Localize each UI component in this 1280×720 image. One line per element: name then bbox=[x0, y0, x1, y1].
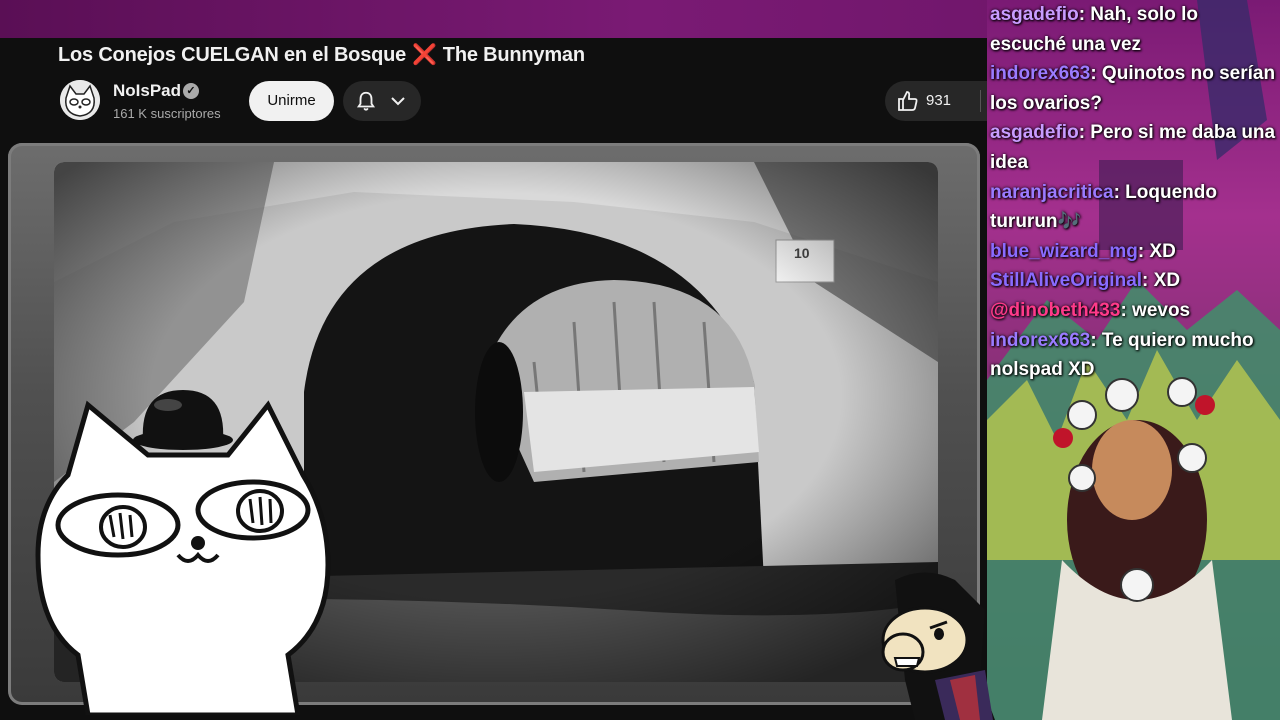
chat-message: naranjacritica: Loquendo tururun🎶 bbox=[990, 178, 1276, 237]
chat-username[interactable]: indorex663 bbox=[990, 330, 1090, 351]
chat-messages: asgadefio: Nah, solo lo escuché una vez … bbox=[990, 0, 1276, 385]
chat-text: : XD bbox=[1137, 240, 1176, 262]
bell-icon bbox=[356, 91, 376, 111]
like-divider bbox=[980, 90, 981, 112]
notifications-button[interactable] bbox=[343, 81, 421, 121]
chat-message: asgadefio: Pero si me daba una idea bbox=[990, 118, 1276, 177]
join-button[interactable]: Unirme bbox=[249, 81, 334, 121]
pony-avatar bbox=[881, 572, 995, 720]
channel-avatar[interactable] bbox=[60, 80, 100, 120]
like-button[interactable]: 931 bbox=[885, 81, 987, 121]
chat-username[interactable]: indorex663 bbox=[990, 63, 1090, 84]
chat-username[interactable]: asgadefio bbox=[990, 4, 1079, 25]
video-title: Los Conejos CUELGAN en el Bosque ❌ The Bun… bbox=[58, 42, 585, 67]
chat-message: blue_wizard_mg: XD bbox=[990, 237, 1276, 267]
chat-username[interactable]: @dinobeth433 bbox=[990, 300, 1120, 321]
chat-message: StillAliveOriginal: XD bbox=[990, 266, 1276, 296]
channel-name[interactable]: NoIsPad bbox=[113, 81, 181, 101]
chat-message: asgadefio: Nah, solo lo escuché una vez bbox=[990, 0, 1276, 59]
subscriber-count: 161 K suscriptores bbox=[113, 106, 221, 121]
cat-face-icon bbox=[60, 80, 100, 120]
chat-text: : wevos bbox=[1120, 299, 1191, 321]
chat-username[interactable]: naranjacritica bbox=[990, 182, 1114, 203]
verified-check-icon: ✓ bbox=[183, 83, 199, 99]
chat-text: : XD bbox=[1142, 270, 1181, 292]
video-title-sub: The Bunnyman bbox=[442, 44, 585, 66]
thumbs-up-icon bbox=[898, 91, 918, 111]
chat-username[interactable]: asgadefio bbox=[990, 122, 1079, 143]
cross-mark-icon: ❌ bbox=[412, 44, 437, 66]
chat-message: indorex663: Quinotos no serían los ovari… bbox=[990, 59, 1276, 118]
stream-chat-overlay: asgadefio: Nah, solo lo escuché una vez … bbox=[987, 0, 1280, 720]
chat-username[interactable]: StillAliveOriginal bbox=[990, 270, 1142, 291]
cat-with-bowler-hat-avatar bbox=[35, 390, 331, 715]
chat-username[interactable]: blue_wizard_mg bbox=[990, 241, 1138, 262]
chat-message: indorex663: Te quiero mucho nolspad XD bbox=[990, 326, 1276, 385]
video-title-main: Los Conejos CUELGAN en el Bosque bbox=[58, 44, 407, 66]
chat-message: @dinobeth433: wevos bbox=[990, 296, 1276, 326]
chevron-down-icon bbox=[391, 97, 405, 106]
like-count: 931 bbox=[926, 92, 952, 109]
